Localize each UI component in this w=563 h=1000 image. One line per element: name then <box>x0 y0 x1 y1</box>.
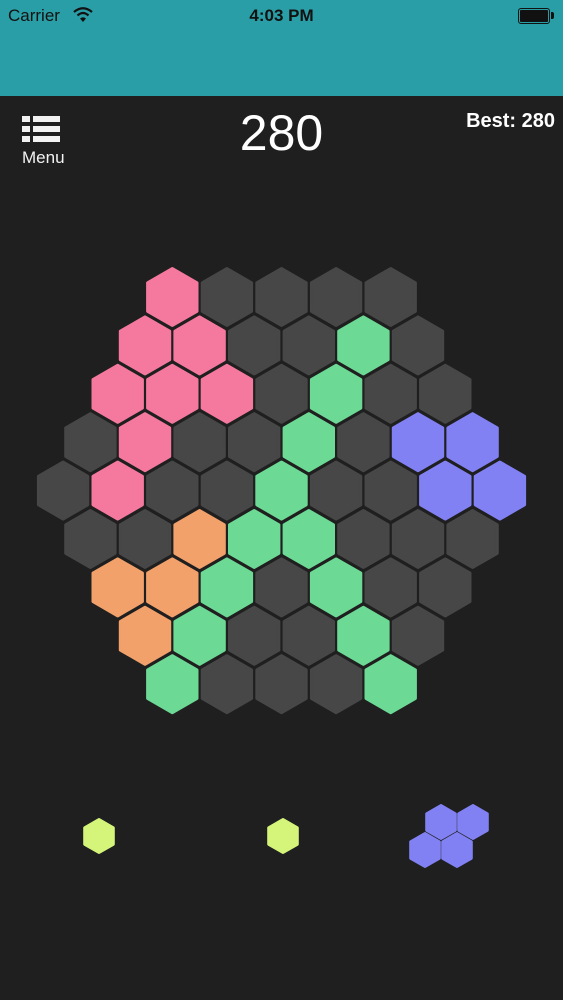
board-cell-2-4[interactable] <box>309 363 363 424</box>
board-cell-2-2[interactable] <box>200 363 254 424</box>
board-cell-1-1[interactable] <box>173 315 226 376</box>
battery-icon <box>518 8 550 24</box>
board-cell-4-8[interactable] <box>473 460 527 521</box>
board-cell-6-0[interactable] <box>91 557 144 618</box>
board-cell-0-0[interactable] <box>146 267 199 327</box>
board-cell-2-3[interactable] <box>255 363 308 424</box>
board-cell-2-5[interactable] <box>364 363 417 424</box>
board-cell-4-6[interactable] <box>364 460 417 521</box>
battery-cap <box>551 12 554 19</box>
board-cell-5-7[interactable] <box>446 509 499 569</box>
board-cell-4-1[interactable] <box>91 460 144 521</box>
board-cell-8-1[interactable] <box>200 654 254 715</box>
status-bar: Carrier 4:03 PM <box>0 0 563 96</box>
purple-diamond-piece[interactable] <box>409 804 489 868</box>
board-cell-1-0[interactable] <box>118 315 172 376</box>
purple-diamond-piece-cell-1 <box>457 804 489 840</box>
board-cell-2-1[interactable] <box>146 363 199 424</box>
board-cell-4-2[interactable] <box>146 460 199 521</box>
board-cell-3-2[interactable] <box>173 412 226 473</box>
board-cell-2-6[interactable] <box>419 363 472 424</box>
board-cell-8-3[interactable] <box>309 654 363 715</box>
board-cell-5-6[interactable] <box>391 509 445 569</box>
board-cell-7-5[interactable] <box>391 605 445 666</box>
board-cell-5-3[interactable] <box>228 509 281 569</box>
board-cell-6-4[interactable] <box>309 557 363 618</box>
board-cell-8-4[interactable] <box>364 654 417 715</box>
board-cell-7-0[interactable] <box>118 605 172 666</box>
board-cell-3-6[interactable] <box>391 412 445 473</box>
board-cell-7-1[interactable] <box>173 605 226 666</box>
hex-board[interactable] <box>0 240 563 740</box>
board-cell-8-0[interactable] <box>146 654 199 715</box>
board-cell-6-6[interactable] <box>419 557 472 618</box>
single-lime-piece-2[interactable] <box>267 818 299 854</box>
board-cell-0-2[interactable] <box>255 267 308 327</box>
board-cell-6-5[interactable] <box>364 557 417 618</box>
board-cell-6-3[interactable] <box>255 557 308 618</box>
board-cell-3-4[interactable] <box>282 412 335 473</box>
board-cell-3-3[interactable] <box>228 412 281 473</box>
board-cell-3-7[interactable] <box>446 412 499 473</box>
board-cell-5-4[interactable] <box>282 509 335 569</box>
board-cell-4-5[interactable] <box>309 460 363 521</box>
board-cell-3-1[interactable] <box>118 412 172 473</box>
board-cell-6-1[interactable] <box>146 557 199 618</box>
board-cell-2-0[interactable] <box>91 363 144 424</box>
single-lime-piece-cell <box>83 818 115 854</box>
board-cell-5-5[interactable] <box>337 509 390 569</box>
board-cell-1-2[interactable] <box>228 315 281 376</box>
single-lime-piece-2-cell <box>267 818 299 854</box>
piece-tray <box>83 804 489 868</box>
board-cell-8-2[interactable] <box>255 654 308 715</box>
board-cell-1-5[interactable] <box>391 315 445 376</box>
status-time: 4:03 PM <box>249 6 314 25</box>
board-cell-4-7[interactable] <box>419 460 472 521</box>
board-cell-3-0[interactable] <box>64 412 117 473</box>
board-cell-4-3[interactable] <box>200 460 254 521</box>
board-cell-7-4[interactable] <box>337 605 390 666</box>
board-cell-4-4[interactable] <box>255 460 308 521</box>
board-cell-4-0[interactable] <box>36 460 90 521</box>
board-cell-3-5[interactable] <box>337 412 390 473</box>
purple-diamond-piece-cell-2 <box>409 832 441 868</box>
purple-diamond-piece-cell-0 <box>425 804 457 840</box>
purple-diamond-piece-cell-3 <box>441 832 473 868</box>
board-cell-5-2[interactable] <box>173 509 226 569</box>
single-lime-piece[interactable] <box>83 818 115 854</box>
board-cell-7-3[interactable] <box>282 605 335 666</box>
board-cell-0-1[interactable] <box>200 267 254 327</box>
board-cell-0-4[interactable] <box>364 267 417 327</box>
board-cell-5-1[interactable] <box>118 509 172 569</box>
board-cell-0-3[interactable] <box>309 267 363 327</box>
board-cell-7-2[interactable] <box>228 605 281 666</box>
best-score: Best: 280 <box>466 110 555 132</box>
board-cell-1-4[interactable] <box>337 315 390 376</box>
board-cell-6-2[interactable] <box>200 557 254 618</box>
board-cell-1-3[interactable] <box>282 315 335 376</box>
board-cell-5-0[interactable] <box>64 509 117 569</box>
